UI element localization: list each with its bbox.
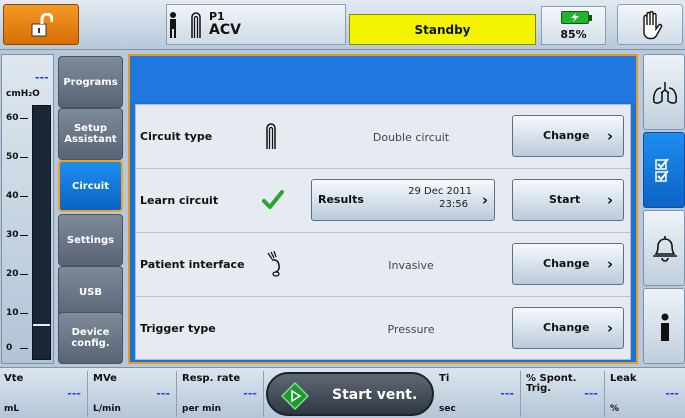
pressure-gauge: --- cmH₂O 60 50 40 30 20 10 0 — [1, 54, 54, 364]
change-circuit-type-button[interactable]: Change › — [512, 115, 624, 157]
pressure-tick: 30 — [6, 230, 28, 240]
ventilation-mode: ACV — [209, 22, 241, 38]
results-time: 23:56 — [439, 199, 468, 210]
param-name: MVe — [93, 373, 117, 384]
right-navigation — [643, 54, 685, 364]
param-value: --- — [156, 387, 170, 400]
pressure-tick: 40 — [6, 191, 28, 201]
results-label: Results — [318, 193, 364, 206]
learn-circuit-results-button[interactable]: Results 29 Dec 2011 23:56 › — [311, 179, 495, 221]
button-label: Change — [543, 129, 590, 142]
start-ventilation-button[interactable]: Start vent. — [266, 372, 434, 416]
param-value: --- — [584, 387, 598, 400]
row-label: Trigger type — [140, 322, 216, 335]
row-label: Circuit type — [140, 130, 213, 143]
chevron-right-icon: › — [606, 191, 613, 209]
lock-button[interactable] — [3, 4, 79, 45]
chevron-right-icon: › — [606, 255, 613, 273]
lungs-icon — [653, 82, 677, 104]
alarms-tab[interactable] — [643, 210, 685, 286]
double-circuit-icon — [191, 12, 201, 38]
monitoring-tab[interactable] — [643, 54, 685, 130]
info-icon — [661, 313, 669, 341]
param-spont-trig: % Spont. Trig. --- — [522, 371, 605, 417]
pressure-bar — [32, 105, 51, 360]
param-unit: L/min — [93, 404, 121, 414]
chevron-right-icon: › — [606, 127, 613, 145]
patient-interface-row: Patient interface Invasive Change › — [136, 233, 630, 297]
param-value: --- — [500, 387, 514, 400]
param-name: Resp. rate — [182, 373, 241, 384]
alarm-bell-icon — [653, 236, 677, 262]
param-value: --- — [67, 387, 81, 400]
pressure-unit: cmH₂O — [6, 89, 40, 99]
button-label: Change — [543, 257, 590, 270]
battery-indicator: 85% — [541, 6, 606, 45]
change-patient-interface-button[interactable]: Change › — [512, 243, 624, 285]
param-value: --- — [665, 387, 679, 400]
param-resp-rate: Resp. rate per min --- — [178, 371, 264, 417]
pressure-tick: 10 — [6, 308, 28, 318]
pressure-tick: 60 — [6, 113, 28, 123]
start-diamond-icon — [281, 382, 309, 410]
nav-circuit[interactable]: Circuit — [58, 160, 123, 212]
status-banner: Standby — [349, 14, 536, 45]
checklist-icon — [655, 158, 669, 182]
double-circuit-icon — [266, 123, 276, 149]
start-ventilation-label: Start vent. — [332, 387, 418, 403]
start-learn-circuit-button[interactable]: Start › — [512, 179, 624, 221]
learn-circuit-row: Learn circuit Results 29 Dec 2011 23:56 … — [136, 169, 630, 233]
param-mve: MVe L/min --- — [89, 371, 177, 417]
nav-usb[interactable]: USB — [58, 266, 123, 318]
row-label: Learn circuit — [140, 194, 219, 207]
nav-programs[interactable]: Programs — [58, 56, 123, 108]
param-leak: Leak % --- — [606, 371, 685, 417]
chevron-right-icon: › — [606, 319, 613, 337]
param-unit: sec — [439, 404, 456, 414]
trigger-type-row: Trigger type Pressure Change › — [136, 297, 630, 361]
nav-setup-assistant[interactable]: Setup Assistant — [58, 108, 123, 160]
circuit-type-row: Circuit type Double circuit Change › — [136, 105, 630, 169]
nav-settings[interactable]: Settings — [58, 214, 123, 266]
param-name: % Spont. Trig. — [526, 373, 577, 394]
circuit-panel: Circuit type Double circuit Change › Lea… — [128, 54, 638, 364]
battery-icon — [561, 11, 592, 24]
battery-percentage: 85% — [560, 28, 587, 41]
pressure-tick: 20 — [6, 269, 28, 279]
param-name: Leak — [610, 373, 637, 384]
param-value: --- — [243, 387, 257, 400]
param-unit: % — [610, 404, 620, 414]
change-trigger-type-button[interactable]: Change › — [512, 307, 624, 349]
param-unit: mL — [4, 404, 20, 414]
param-ti: Ti sec --- — [435, 371, 521, 417]
pressure-value: --- — [35, 71, 49, 84]
panel-header — [130, 56, 636, 102]
row-value: Double circuit — [372, 131, 450, 144]
setup-checklist-tab[interactable] — [643, 132, 685, 208]
pressure-tick: 0 — [6, 343, 29, 353]
patient-mode-box[interactable] — [166, 4, 346, 45]
info-tab[interactable] — [643, 288, 685, 364]
button-label: Change — [543, 321, 590, 334]
invasive-interface-icon — [267, 251, 280, 277]
row-value: Pressure — [387, 323, 435, 336]
hand-stop-icon — [643, 11, 663, 40]
results-date: 29 Dec 2011 — [408, 186, 472, 197]
nav-device-config[interactable]: Device config. — [58, 312, 123, 364]
param-unit: per min — [182, 404, 221, 414]
chevron-right-icon: › — [481, 191, 488, 209]
param-name: Ti — [439, 373, 450, 384]
param-name: Vte — [4, 373, 24, 384]
row-label: Patient interface — [140, 258, 245, 271]
pressure-tick: 50 — [6, 152, 28, 162]
param-vte: Vte mL --- — [0, 371, 88, 417]
checkmark-icon — [262, 190, 284, 209]
circuit-settings-list: Circuit type Double circuit Change › Lea… — [135, 104, 631, 360]
manual-breath-button[interactable] — [617, 4, 683, 45]
unlock-icon — [31, 13, 53, 37]
row-value: Invasive — [388, 259, 434, 272]
left-navigation: Programs Setup Assistant Circuit Setting… — [56, 54, 127, 364]
button-label: Start — [549, 193, 581, 206]
pressure-limit-marker — [33, 324, 50, 326]
